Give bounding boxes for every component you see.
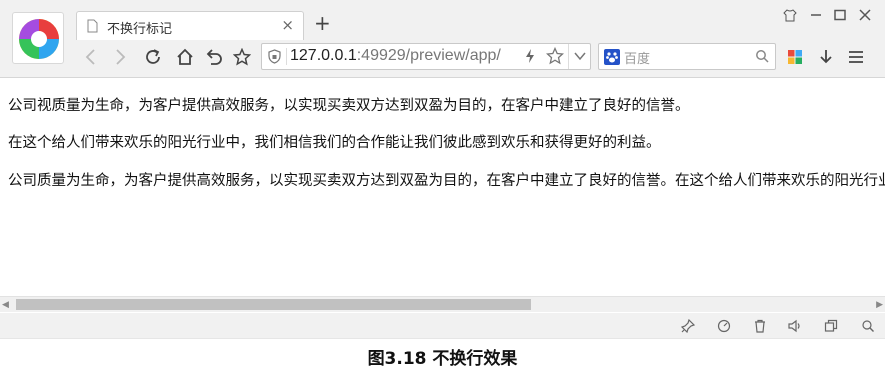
skin-icon[interactable] xyxy=(781,6,799,24)
browser-chrome: 不换行标记 × + 127.0.0.1:49929/preview/app/ 百… xyxy=(0,0,885,78)
minimize-icon[interactable] xyxy=(807,6,825,24)
apps-grid-icon[interactable] xyxy=(784,46,806,68)
pin-icon[interactable] xyxy=(680,318,696,334)
content-line-3-nowrap: 公司质量为生命，为客户提供高效服务，以实现买卖双方达到双盈为目的，在客户中建立了… xyxy=(8,173,885,189)
scroll-left-arrow-icon[interactable]: ◀ xyxy=(2,300,9,310)
window-icon[interactable] xyxy=(823,318,839,334)
zoom-icon[interactable] xyxy=(860,318,876,334)
speed-icon[interactable] xyxy=(716,318,732,334)
search-box[interactable]: 百度 xyxy=(598,43,776,70)
address-path: :49929/preview/app/ xyxy=(356,47,501,64)
browser-logo-icon xyxy=(19,19,59,59)
horizontal-scrollbar[interactable]: ◀ ▶ xyxy=(0,296,885,312)
security-shield-icon[interactable] xyxy=(268,49,281,64)
favorite-star-icon[interactable] xyxy=(546,47,564,65)
forward-icon[interactable] xyxy=(109,46,131,68)
address-url[interactable]: 127.0.0.1:49929/preview/app/ xyxy=(290,47,501,65)
scrollbar-thumb[interactable] xyxy=(16,299,531,310)
content-line-2: 在这个给人们带来欢乐的阳光行业中，我们相信我们的合作能让我们彼此感到欢乐和获得更… xyxy=(8,135,661,151)
address-bar[interactable]: 127.0.0.1:49929/preview/app/ xyxy=(261,43,591,70)
page-content: 公司视质量为生命，为客户提供高效服务，以实现买卖双方达到双盈为目的，在客户中建立… xyxy=(0,79,885,295)
menu-icon[interactable] xyxy=(845,46,867,68)
figure-caption: 图3.18 不换行效果 xyxy=(367,349,518,369)
content-line-1: 公司视质量为生命，为客户提供高效服务，以实现买卖双方达到双盈为目的，在客户中建立… xyxy=(8,98,690,114)
scroll-right-arrow-icon[interactable]: ▶ xyxy=(876,300,883,310)
address-host: 127.0.0.1 xyxy=(290,47,357,64)
refresh-icon[interactable] xyxy=(142,46,164,68)
bookmark-star-icon[interactable] xyxy=(231,46,253,68)
tab-title: 不换行标记 xyxy=(107,22,173,37)
download-icon[interactable] xyxy=(815,46,837,68)
tab-close-icon[interactable]: × xyxy=(281,17,294,33)
lightning-icon[interactable] xyxy=(524,48,536,64)
baidu-paw-icon[interactable] xyxy=(604,49,620,65)
undo-close-icon[interactable] xyxy=(203,46,225,68)
volume-icon[interactable] xyxy=(787,318,803,334)
status-bar xyxy=(0,313,885,339)
page-icon xyxy=(87,19,98,33)
home-icon[interactable] xyxy=(174,46,196,68)
tab-active[interactable]: 不换行标记 × xyxy=(76,11,304,40)
chevron-down-icon[interactable] xyxy=(573,50,587,62)
maximize-icon[interactable] xyxy=(831,6,849,24)
search-placeholder: 百度 xyxy=(624,52,651,67)
new-tab-button[interactable]: + xyxy=(314,12,331,34)
trash-icon[interactable] xyxy=(752,318,768,334)
address-separator xyxy=(286,48,287,65)
search-icon[interactable] xyxy=(755,49,769,63)
back-icon[interactable] xyxy=(80,46,102,68)
address-divider xyxy=(568,44,569,69)
close-window-icon[interactable] xyxy=(856,6,874,24)
browser-logo[interactable] xyxy=(12,12,64,64)
